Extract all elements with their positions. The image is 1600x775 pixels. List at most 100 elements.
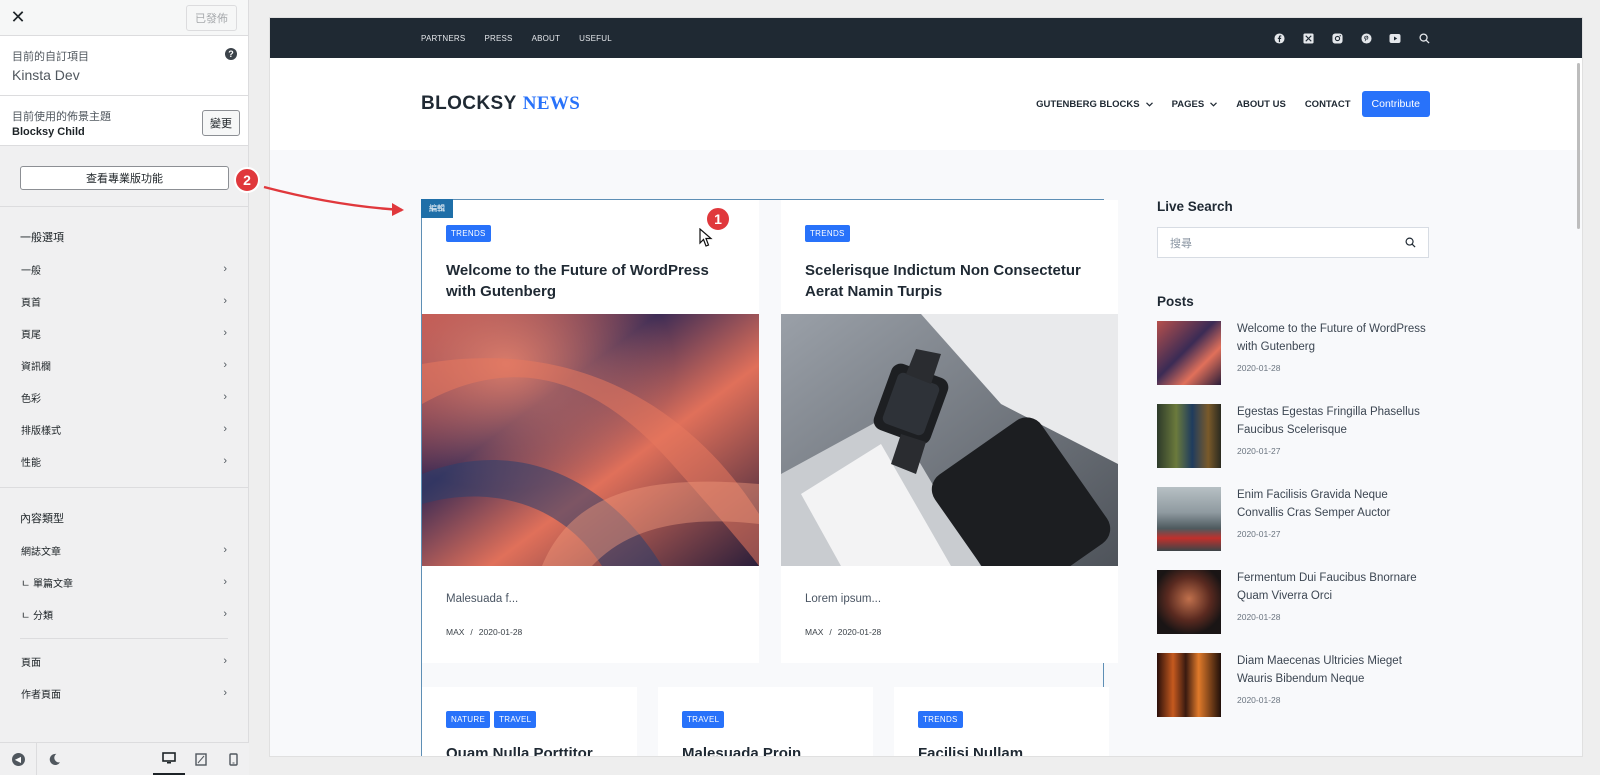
sidebar-item-label: 作者頁面 [21,689,61,701]
sidebar-item[interactable]: ㄴ 單篇文章 › [0,566,248,598]
category-tag[interactable]: NATURE [446,711,491,728]
main-nav-label: CONTACT [1304,98,1351,110]
posts-widget-title: Posts [1157,294,1194,309]
desktop-preview-button[interactable] [153,743,185,775]
sidebar-item[interactable]: 色彩 › [0,381,248,413]
main-nav-label: GUTENBERG BLOCKS [1036,98,1140,110]
mouse-cursor-icon [699,228,713,247]
pinterest-icon[interactable] [1360,32,1372,44]
post-title[interactable]: Welcome to the Future of WordPress with … [446,260,741,302]
post-meta: MAX / 2020-01-28 [805,627,881,637]
x-twitter-icon[interactable] [1302,32,1314,44]
category-tag[interactable]: TRAVEL [682,711,725,728]
annotation-arrow [263,185,404,216]
search-placeholder: 搜尋 [1170,237,1192,250]
recent-post-date: 2020-01-27 [1237,446,1281,456]
live-search-input[interactable]: 搜尋 [1157,227,1429,258]
recent-post-item[interactable]: Fermentum Dui Faucibus Bnornare Quam Viv… [1157,570,1429,639]
recent-post-item[interactable]: Enim Facilisis Gravida Neque Convallis C… [1157,487,1429,556]
post-card[interactable]: TRAVEL Malesuada Proin [658,687,873,756]
sidebar-footer: ◀ [0,742,249,775]
sidebar-item[interactable]: 頁面 › [0,645,248,677]
dark-mode-button[interactable] [36,742,72,775]
category-tag[interactable]: TRAVEL [494,711,537,728]
sidebar-item-label: 頁首 [21,297,41,309]
main-nav-item[interactable]: CONTACT [1305,99,1351,110]
recent-post-title[interactable]: Enim Facilisis Gravida Neque Convallis C… [1237,487,1429,522]
close-icon[interactable]: ✕ [0,0,36,36]
top-bar: PARTNERS PRESS ABOUT USEFUL [270,18,1582,58]
customizer-sidebar: ✕ 已發佈 目前的自訂項目 Kinsta Dev ? 目前使用的佈景主題 Blo… [0,0,249,775]
post-thumbnail[interactable] [1157,570,1221,634]
sidebar-item[interactable]: 作者頁面 › [0,677,248,709]
top-nav-link[interactable]: USEFUL [579,34,612,43]
change-theme-button[interactable]: 變更 [202,110,240,136]
chevron-right-icon: › [223,655,227,667]
mobile-preview-button[interactable] [217,743,249,775]
post-thumbnail[interactable] [1157,653,1221,717]
post-title[interactable]: Scelerisque Indictum Non Consectetur Aer… [805,260,1100,302]
recent-post-item[interactable]: Welcome to the Future of WordPress with … [1157,321,1429,390]
top-nav-link[interactable]: PRESS [484,34,512,43]
post-card[interactable]: TRENDS Welcome to the Future of WordPres… [422,200,759,663]
category-tag[interactable]: TRENDS [918,711,963,728]
tablet-icon [195,752,207,766]
sidebar-item[interactable]: 性能 › [0,445,248,477]
tablet-preview-button[interactable] [185,743,217,775]
meta-separator: / [829,627,832,637]
youtube-icon[interactable] [1389,32,1401,44]
search-icon[interactable] [1405,237,1416,248]
recent-post-item[interactable]: Egestas Egestas Fringilla Phasellus Fauc… [1157,404,1429,473]
post-tags: NATURE TRAVEL [446,711,537,728]
main-nav-item[interactable]: PAGES [1172,99,1218,110]
content-types-title: 內容類型 [20,513,64,525]
posts-grid[interactable]: TRENDS Welcome to the Future of WordPres… [421,199,1118,756]
top-nav-link[interactable]: ABOUT [532,34,561,43]
recent-post-title[interactable]: Welcome to the Future of WordPress with … [1237,321,1429,356]
published-button[interactable]: 已發佈 [186,4,237,31]
recent-post-item[interactable]: Diam Maecenas Ultricies Mieget Wauris Bi… [1157,653,1429,722]
edit-shortcut-tag[interactable]: 編輯 [421,199,453,218]
instagram-icon[interactable] [1331,32,1343,44]
recent-post-title[interactable]: Egestas Egestas Fringilla Phasellus Fauc… [1237,404,1429,439]
top-nav-link[interactable]: PARTNERS [421,34,465,43]
sidebar-item[interactable]: ㄴ 分類 › [0,598,248,630]
post-thumbnail[interactable] [1157,321,1221,385]
sidebar-item[interactable]: 頁尾 › [0,317,248,349]
main-nav-item[interactable]: GUTENBERG BLOCKS [1036,98,1153,110]
sidebar-item[interactable]: 資訊欄 › [0,349,248,381]
recent-post-title[interactable]: Fermentum Dui Faucibus Bnornare Quam Viv… [1237,570,1429,605]
post-author[interactable]: MAX [805,627,823,637]
view-pro-features-button[interactable]: 查看專業版功能 [20,166,229,190]
post-author[interactable]: MAX [446,627,464,637]
post-image-abstract-paint[interactable] [422,314,759,566]
annotation-badge-2: 2 [234,167,260,193]
post-title[interactable]: Facilisi Nullam [918,743,1213,756]
post-thumbnail[interactable] [1157,487,1221,551]
sidebar-item-label: 排版樣式 [21,425,61,437]
contribute-button[interactable]: Contribute [1361,91,1430,117]
category-tag[interactable]: TRENDS [805,225,850,242]
post-image-watch-phone[interactable] [781,314,1118,566]
page-options-list: 頁面 › 作者頁面 › [0,639,248,709]
sidebar-item[interactable]: 頁首 › [0,285,248,317]
post-card[interactable]: NATURE TRAVEL Quam Nulla Porttitor [422,687,637,756]
sidebar-item-label: 一般 [21,265,41,277]
category-tag[interactable]: TRENDS [446,225,491,242]
post-thumbnail[interactable] [1157,404,1221,468]
site-logo[interactable]: BLOCKSY NEWS [421,93,580,115]
post-card[interactable]: TRENDS Facilisi Nullam [894,687,1109,756]
collapse-sidebar-button[interactable]: ◀ [0,743,36,775]
recent-post-title[interactable]: Diam Maecenas Ultricies Mieget Wauris Bi… [1237,653,1429,688]
search-icon[interactable] [1418,32,1430,44]
post-card[interactable]: TRENDS Scelerisque Indictum Non Consecte… [781,200,1118,663]
main-nav-item[interactable]: ABOUT US [1236,99,1286,110]
preview-scrollbar[interactable] [1577,63,1580,229]
sidebar-item[interactable]: 一般 › [0,253,248,285]
chevron-right-icon: › [223,263,227,275]
facebook-icon[interactable] [1273,32,1285,44]
site-header: BLOCKSY NEWS GUTENBERG BLOCKS PAGES ABOUT U… [270,58,1582,150]
sidebar-item[interactable]: 排版樣式 › [0,413,248,445]
help-icon[interactable]: ? [225,48,237,60]
sidebar-item[interactable]: 網誌文章 › [0,534,248,566]
